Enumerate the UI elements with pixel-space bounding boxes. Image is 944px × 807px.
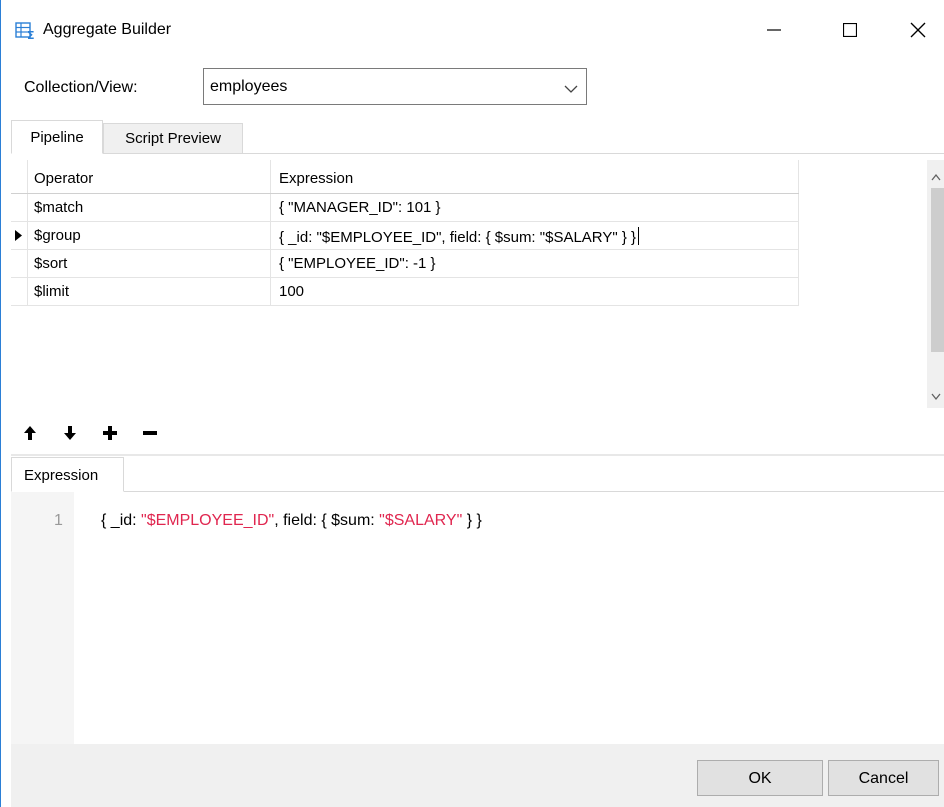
operator-cell[interactable]: $match	[27, 194, 271, 221]
close-button[interactable]	[895, 14, 941, 50]
ok-button[interactable]: OK	[697, 760, 823, 796]
tab-strip: Pipeline Script Preview	[11, 120, 944, 154]
text-caret	[638, 227, 640, 245]
minimize-button[interactable]	[751, 14, 797, 50]
maximize-button[interactable]	[827, 14, 873, 50]
scroll-up-icon[interactable]	[931, 168, 941, 185]
expression-cell-text: { _id: "$EMPLOYEE_ID", field: { $sum: "$…	[279, 229, 637, 246]
dialog-footer: OK Cancel	[11, 744, 944, 807]
operator-column-header[interactable]: Operator	[27, 160, 271, 193]
table-row[interactable]: $sort { "EMPLOYEE_ID": -1 }	[11, 250, 799, 278]
row-indicator	[11, 250, 27, 277]
cancel-button[interactable]: Cancel	[828, 760, 939, 796]
maximize-icon	[842, 22, 858, 41]
plus-icon	[103, 426, 117, 444]
expression-cell[interactable]: { _id: "$EMPLOYEE_ID", field: { $sum: "$…	[271, 222, 799, 249]
table-row[interactable]: $match { "MANAGER_ID": 101 }	[11, 194, 799, 222]
expression-cell[interactable]: { "EMPLOYEE_ID": -1 }	[271, 250, 799, 277]
table-row[interactable]: $group { _id: "$EMPLOYEE_ID", field: { $…	[11, 222, 799, 250]
line-number: 1	[54, 512, 63, 529]
tab-script-preview[interactable]: Script Preview	[103, 123, 243, 154]
panel-splitter[interactable]	[11, 454, 944, 456]
expression-cell[interactable]: 100	[271, 278, 799, 305]
svg-text:Σ: Σ	[27, 29, 35, 40]
code-string: "$SALARY"	[379, 512, 463, 529]
title-bar: Σ Aggregate Builder	[1, 0, 944, 62]
collection-value: employees	[210, 78, 288, 95]
window-title: Aggregate Builder	[43, 21, 172, 38]
aggregate-table-icon: Σ	[15, 22, 37, 42]
arrow-up-icon	[23, 425, 37, 445]
grid-header: Operator Expression	[11, 160, 799, 194]
minimize-icon	[767, 23, 781, 41]
operator-cell[interactable]: $sort	[27, 250, 271, 277]
grid-scrollbar[interactable]	[927, 160, 944, 408]
code-text: , field: { $sum:	[274, 512, 380, 529]
table-row[interactable]: $limit 100	[11, 278, 799, 306]
remove-stage-button[interactable]	[138, 424, 162, 446]
operator-cell[interactable]: $group	[27, 222, 271, 249]
code-line[interactable]: { _id: "$EMPLOYEE_ID", field: { $sum: "$…	[101, 512, 482, 530]
scrollbar-thumb[interactable]	[931, 188, 944, 352]
row-indicator	[11, 194, 27, 221]
minus-icon	[143, 426, 157, 444]
scroll-down-icon[interactable]	[931, 388, 941, 405]
expression-cell[interactable]: { "MANAGER_ID": 101 }	[271, 194, 799, 221]
code-string: "$EMPLOYEE_ID"	[141, 512, 275, 529]
row-indicator	[11, 278, 27, 305]
chevron-down-icon	[564, 81, 578, 98]
code-text: { _id:	[101, 512, 142, 529]
header-indicator-cell	[11, 160, 27, 187]
move-up-button[interactable]	[18, 424, 42, 446]
operator-cell[interactable]: $limit	[27, 278, 271, 305]
expression-editor[interactable]: 1 { _id: "$EMPLOYEE_ID", field: { $sum: …	[11, 492, 944, 744]
line-gutter: 1	[11, 492, 74, 744]
collection-label: Collection/View:	[24, 79, 138, 96]
row-indicator	[11, 222, 27, 249]
aggregate-builder-window: Σ Aggregate Builder Collection/View: emp…	[0, 0, 944, 807]
move-down-button[interactable]	[58, 424, 82, 446]
expression-column-header[interactable]: Expression	[271, 160, 799, 193]
add-stage-button[interactable]	[98, 424, 122, 446]
code-text: } }	[462, 512, 482, 529]
arrow-down-icon	[63, 425, 77, 445]
close-icon	[910, 22, 926, 42]
tab-expression[interactable]: Expression	[11, 457, 124, 492]
tab-pipeline[interactable]: Pipeline	[11, 120, 103, 154]
collection-select[interactable]: employees	[203, 68, 587, 105]
